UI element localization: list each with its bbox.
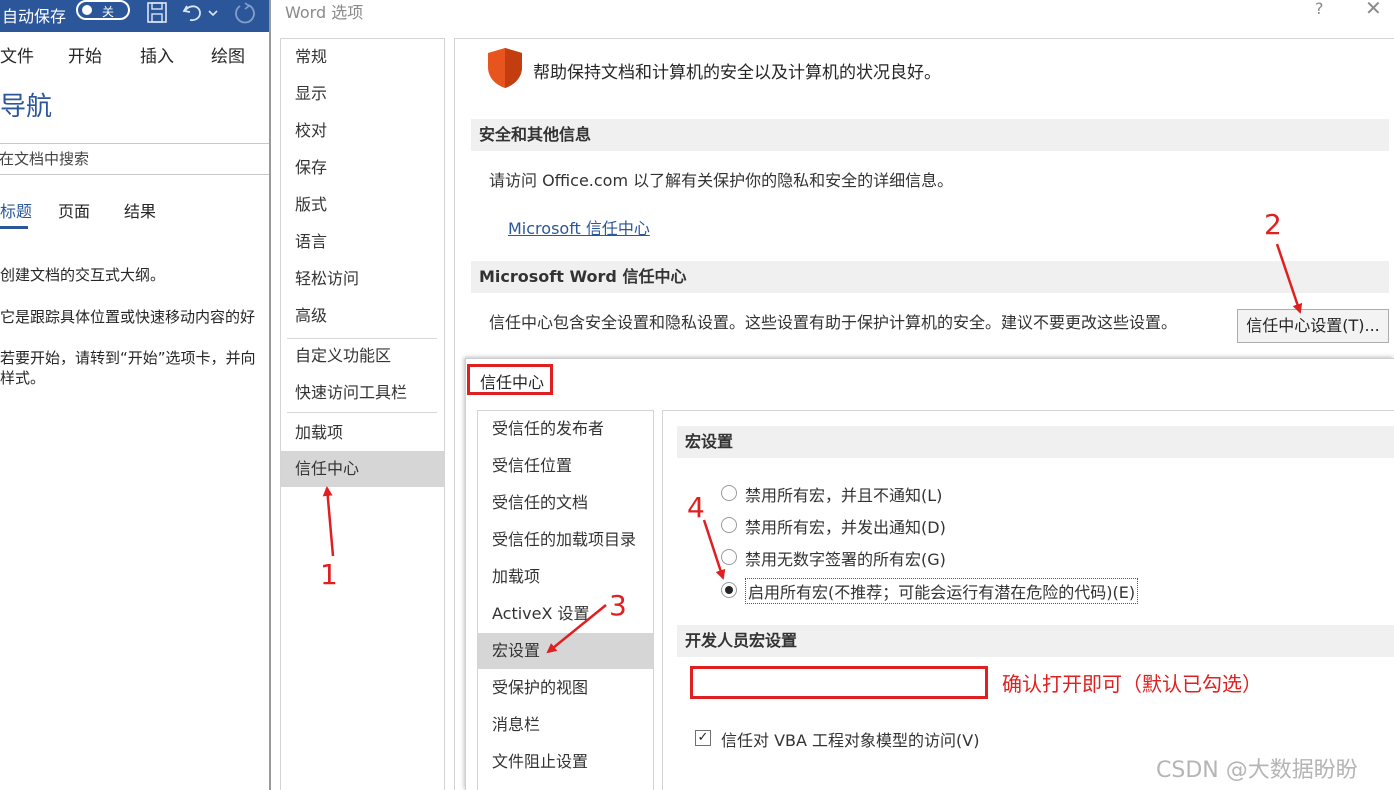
visit-office-text: 请访问 Office.com 以了解有关保护你的隐私和安全的详细信息。 bbox=[489, 171, 954, 190]
ribbon-tab-insert[interactable]: 插入 bbox=[140, 42, 174, 67]
watermark: CSDN @大数据盼盼 bbox=[1156, 758, 1358, 783]
nav-item-customize-ribbon[interactable]: 自定义功能区 bbox=[281, 338, 444, 374]
nav-item-general[interactable]: 常规 bbox=[281, 39, 444, 75]
nav-tab-results[interactable]: 结果 bbox=[124, 198, 156, 222]
annotation-note: 确认打开即可（默认已勾选） bbox=[1002, 672, 1262, 696]
undo-dropdown-chevron-icon[interactable] bbox=[206, 0, 220, 26]
annotation-number-1: 1 bbox=[320, 558, 338, 591]
ribbon-tab-file[interactable]: 文件 bbox=[0, 42, 34, 67]
toggle-knob bbox=[82, 5, 92, 15]
close-icon[interactable]: ✕ bbox=[1365, 0, 1382, 20]
section-word-trust-center: Microsoft Word 信任中心 bbox=[471, 261, 1389, 293]
ribbon-tab-draw[interactable]: 绘图 bbox=[211, 42, 245, 67]
nav-help-text-1: 创建文档的交互式大纲。 bbox=[0, 266, 166, 284]
trust-center-description: 信任中心包含安全设置和隐私设置。这些设置有助于保护计算机的安全。建议不要更改这些… bbox=[489, 313, 1178, 332]
nav-item-trust-center[interactable]: 信任中心 bbox=[281, 451, 444, 487]
nav-help-text-3: 若要开始，请转到“开始”选项卡，并向 bbox=[0, 349, 256, 367]
autosave-toggle-text: 关 bbox=[102, 5, 115, 19]
vba-trust-label: 信任对 VBA 工程对象模型的访问(V) bbox=[721, 731, 980, 750]
autosave-toggle[interactable]: 关 bbox=[76, 0, 130, 20]
navigation-tabs: 标题 页面 结果 bbox=[0, 198, 270, 229]
save-icon[interactable] bbox=[144, 0, 170, 26]
nav-item-proofing[interactable]: 校对 bbox=[281, 113, 444, 149]
radio-button[interactable] bbox=[721, 485, 737, 501]
annotation-number-2: 2 bbox=[1264, 208, 1282, 241]
tc-nav-trusted-publishers[interactable]: 受信任的发布者 bbox=[478, 411, 653, 447]
radio-label: 启用所有宏(不推荐；可能会运行有潜在危险的代码)(E) bbox=[745, 578, 1139, 604]
nav-item-save[interactable]: 保存 bbox=[281, 150, 444, 186]
nav-item-quick-access-toolbar[interactable]: 快速访问工具栏 bbox=[281, 375, 444, 411]
developer-macro-settings-header: 开发人员宏设置 bbox=[677, 625, 1394, 657]
autosave-label: 自动保存 bbox=[2, 7, 67, 26]
nav-separator bbox=[287, 412, 437, 413]
search-input[interactable]: 在文档中搜索 bbox=[0, 143, 270, 175]
nav-item-display[interactable]: 显示 bbox=[281, 76, 444, 112]
tc-nav-trusted-addin-catalogs[interactable]: 受信任的加载项目录 bbox=[478, 522, 653, 558]
nav-item-add-ins[interactable]: 加载项 bbox=[281, 415, 444, 451]
radio-button[interactable] bbox=[721, 549, 737, 565]
nav-tab-active-underline bbox=[0, 226, 28, 229]
shield-icon bbox=[488, 48, 522, 88]
tc-nav-macro-settings[interactable]: 宏设置 bbox=[478, 633, 653, 669]
vba-trust-option[interactable]: ✓ 信任对 VBA 工程对象模型的访问(V) bbox=[687, 723, 983, 753]
radio-button-selected[interactable] bbox=[721, 582, 737, 598]
radio-button[interactable] bbox=[721, 517, 737, 533]
nav-item-language[interactable]: 语言 bbox=[281, 224, 444, 260]
macro-settings-header: 宏设置 bbox=[677, 426, 1394, 458]
word-window: 自动保存 关 文件 开始 插入 绘图 导航 在文档中搜索 标题 页面 结果 创建… bbox=[0, 0, 270, 790]
tc-nav-file-block-settings[interactable]: 文件阻止设置 bbox=[478, 744, 653, 780]
trust-center-settings-button[interactable]: 信任中心设置(T)... bbox=[1237, 309, 1389, 343]
microsoft-trust-center-link[interactable]: Microsoft 信任中心 bbox=[508, 215, 650, 239]
annotation-number-4: 4 bbox=[687, 491, 705, 524]
nav-help-text-4: 样式。 bbox=[0, 369, 46, 387]
trust-center-nav: 受信任的发布者 受信任位置 受信任的文档 受信任的加载项目录 加载项 Activ… bbox=[477, 410, 654, 790]
nav-item-advanced[interactable]: 高级 bbox=[281, 298, 444, 334]
tc-nav-trusted-locations[interactable]: 受信任位置 bbox=[478, 448, 653, 484]
help-button[interactable]: ? bbox=[1315, 0, 1324, 18]
nav-tab-headings[interactable]: 标题 bbox=[0, 198, 32, 222]
vba-trust-checkbox[interactable]: ✓ bbox=[695, 730, 711, 746]
nav-help-text-2: 它是跟踪具体位置或快速移动内容的好 bbox=[0, 308, 256, 326]
trust-intro-text: 帮助保持文档和计算机的安全以及计算机的状况良好。 bbox=[533, 63, 941, 83]
annotation-number-3: 3 bbox=[609, 589, 627, 622]
radio-label: 禁用所有宏，并且不通知(L) bbox=[745, 486, 943, 505]
tc-nav-trusted-documents[interactable]: 受信任的文档 bbox=[478, 485, 653, 521]
dialog-title: Word 选项 bbox=[285, 3, 364, 22]
radio-label: 禁用所有宏，并发出通知(D) bbox=[745, 518, 946, 537]
word-titlebar: 自动保存 关 bbox=[0, 0, 270, 32]
annotation-box-vba-option bbox=[690, 666, 988, 699]
trust-center-dialog: 信任中心 受信任的发布者 受信任位置 受信任的文档 受信任的加载项目录 加载项 … bbox=[465, 358, 1394, 790]
navigation-pane-title: 导航 bbox=[0, 92, 53, 122]
annotation-box-trust-center-title bbox=[467, 364, 553, 395]
nav-item-accessibility[interactable]: 轻松访问 bbox=[281, 261, 444, 297]
tc-nav-protected-view[interactable]: 受保护的视图 bbox=[478, 670, 653, 706]
section-security-info: 安全和其他信息 bbox=[471, 119, 1389, 151]
redo-icon[interactable] bbox=[232, 0, 258, 26]
radio-label: 禁用无数字签署的所有宏(G) bbox=[745, 550, 946, 569]
undo-icon[interactable] bbox=[180, 0, 206, 26]
nav-item-layout[interactable]: 版式 bbox=[281, 187, 444, 223]
ribbon-tabs: 文件 开始 插入 绘图 bbox=[0, 32, 270, 72]
trust-center-content: 宏设置 禁用所有宏，并且不通知(L) 禁用所有宏，并发出通知(D) 禁用无数字签… bbox=[662, 410, 1394, 790]
nav-tab-pages[interactable]: 页面 bbox=[58, 198, 90, 222]
ribbon-tab-home[interactable]: 开始 bbox=[68, 42, 102, 67]
tc-nav-message-bar[interactable]: 消息栏 bbox=[478, 707, 653, 743]
options-nav: 常规 显示 校对 保存 版式 语言 轻松访问 高级 自定义功能区 快速访问工具栏… bbox=[280, 38, 445, 790]
